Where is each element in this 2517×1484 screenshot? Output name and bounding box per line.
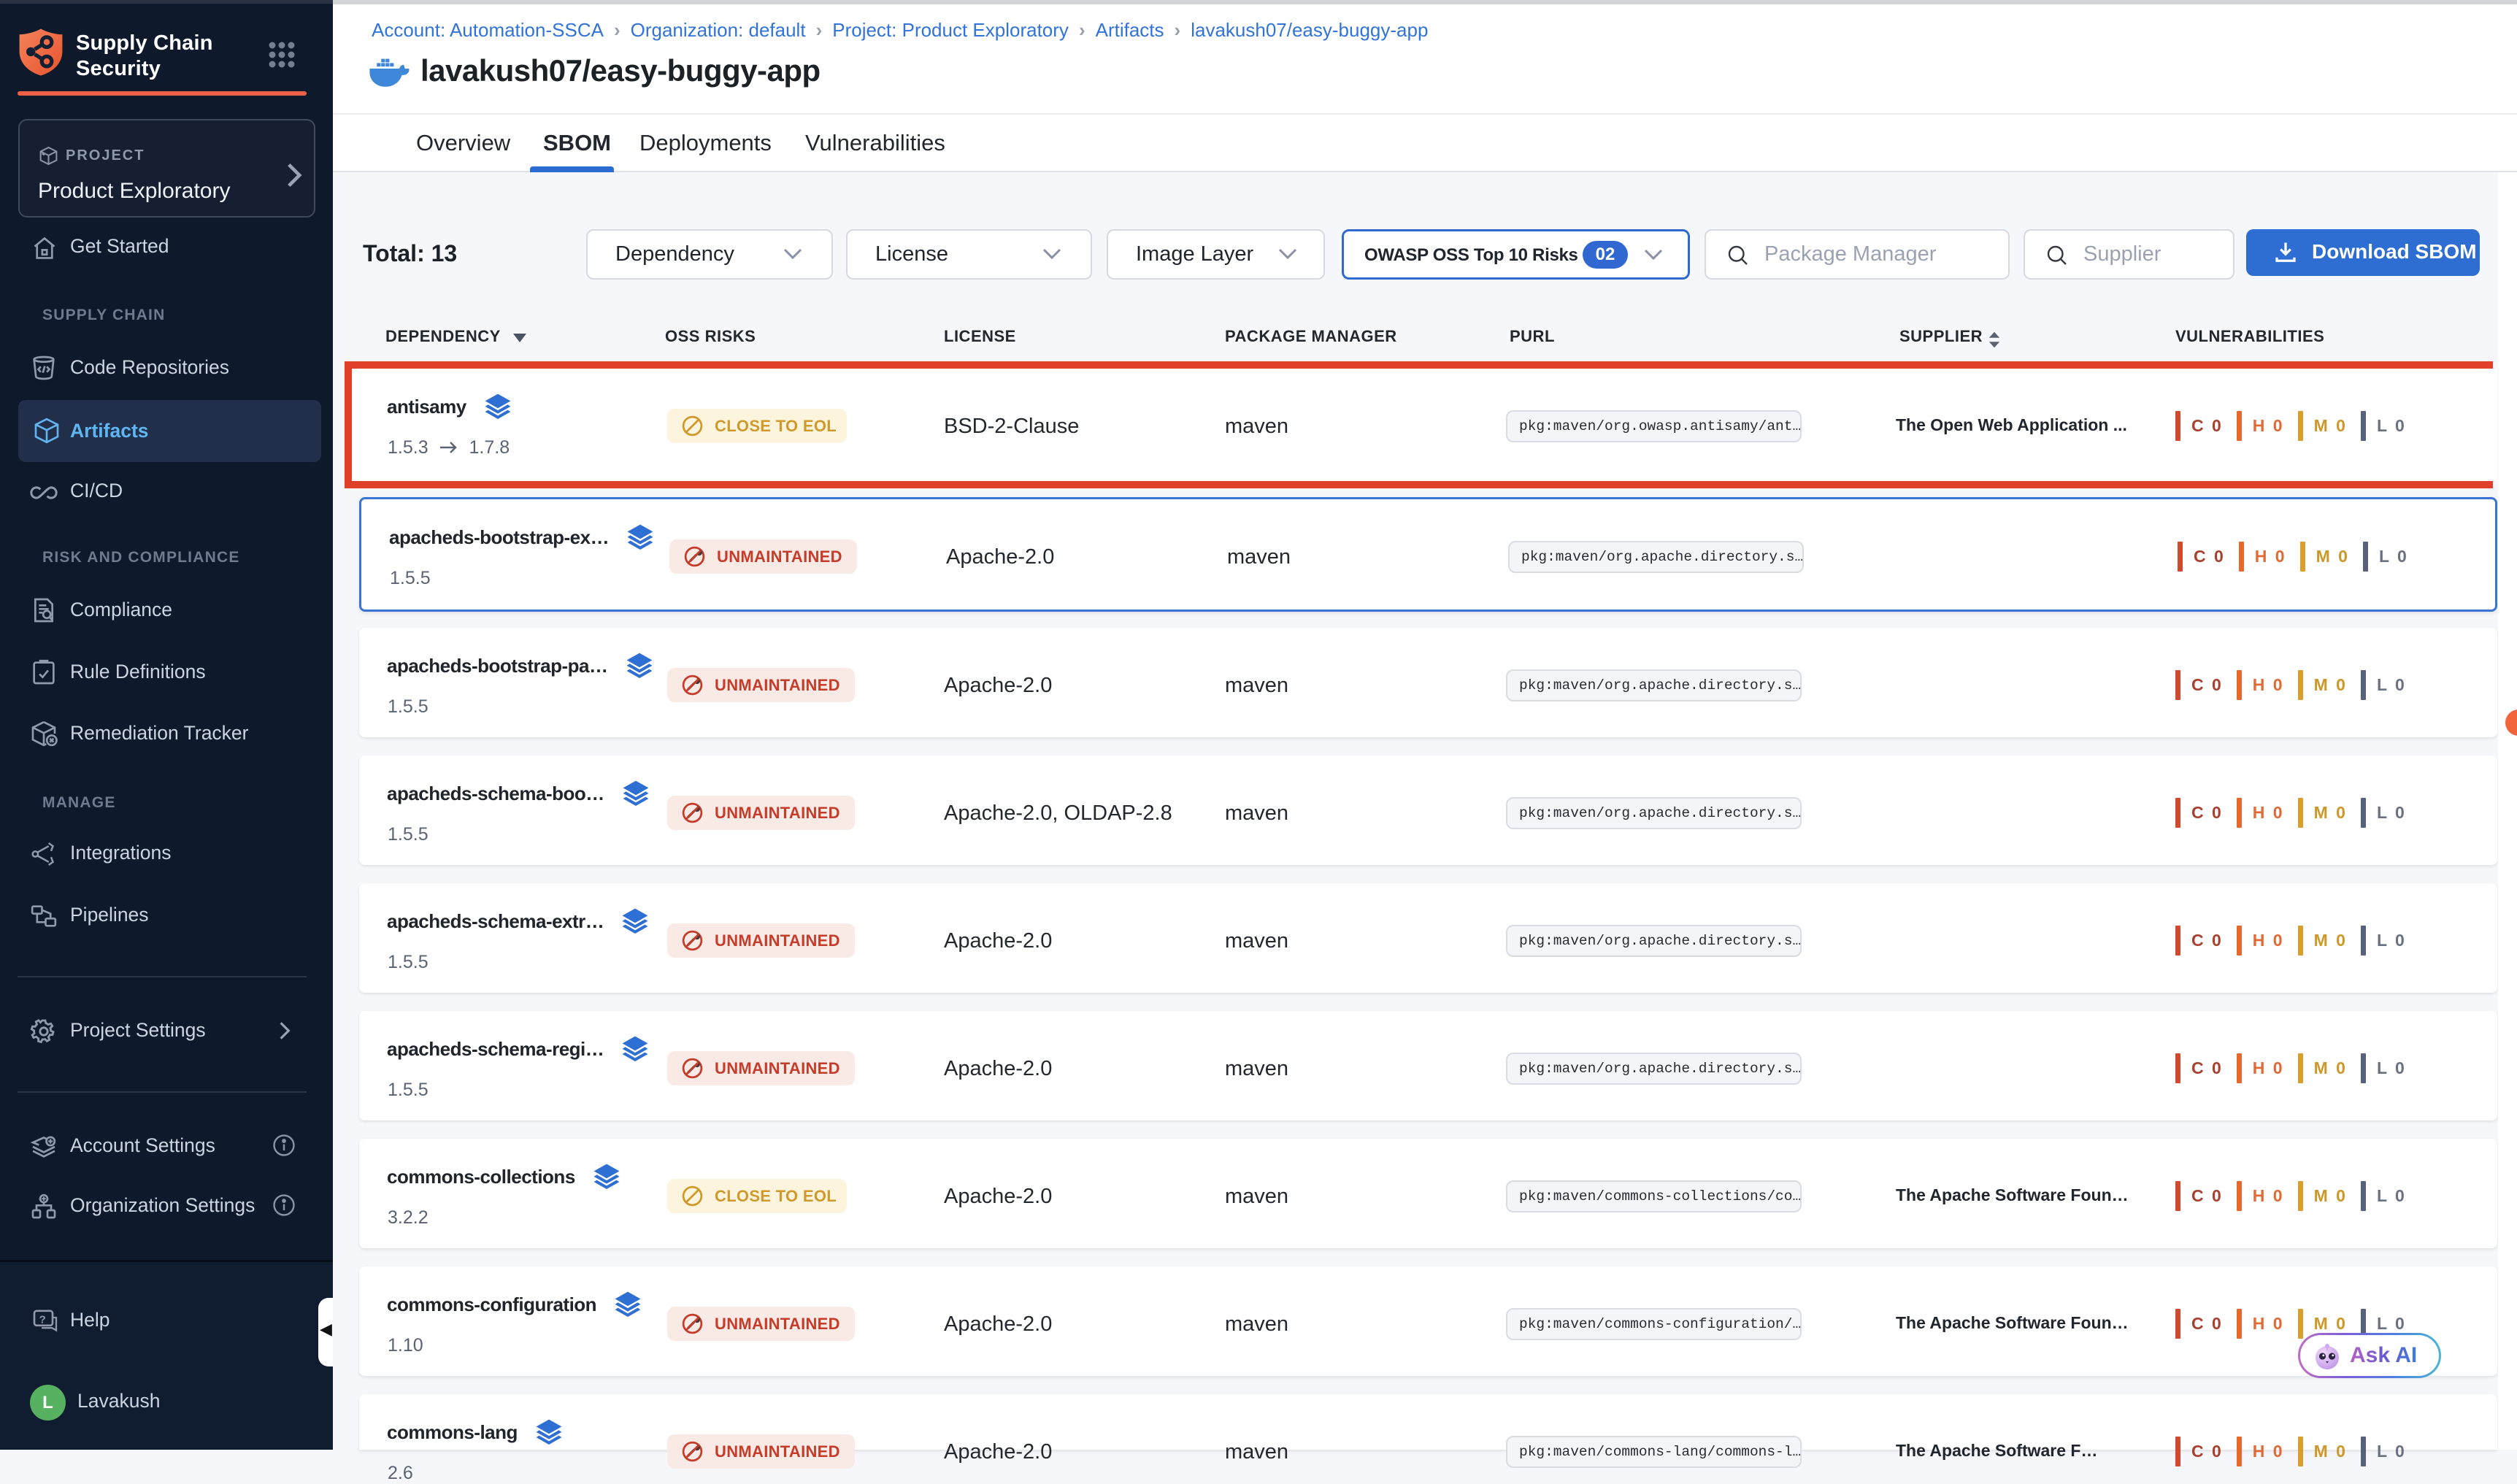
svg-text:?: ? (39, 1314, 46, 1326)
